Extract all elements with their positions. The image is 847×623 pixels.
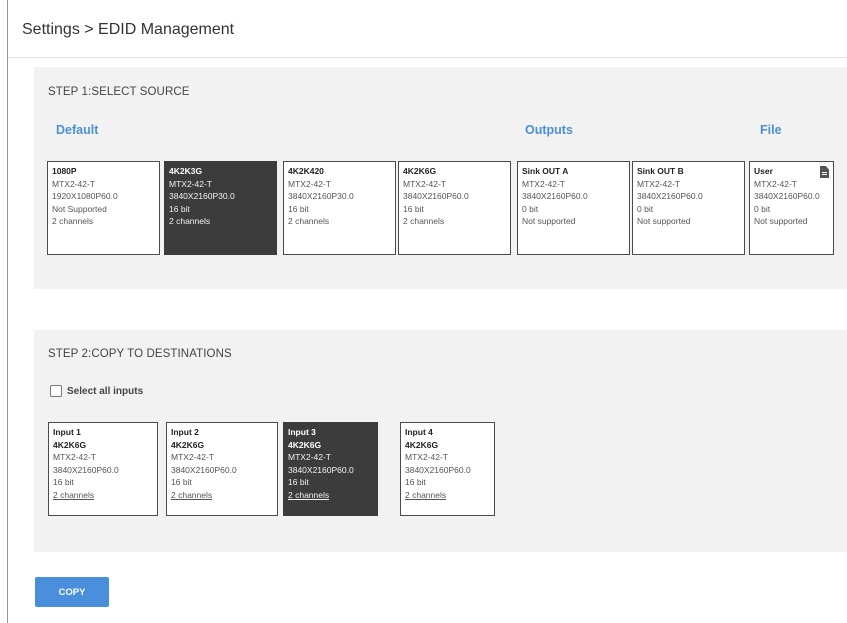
source-card-sink-out-a[interactable]: Sink OUT A MTX2-42-T 3840X2160P60.0 0 bi…	[517, 161, 630, 255]
group-label-outputs: Outputs	[525, 123, 573, 137]
card-resolution: 3840X2160P30.0	[288, 191, 354, 202]
card-title: Input 1	[53, 427, 81, 437]
card-resolution: 3840X2160P60.0	[637, 191, 703, 202]
card-device: MTX2-42-T	[405, 452, 448, 463]
copy-button[interactable]: COPY	[35, 577, 109, 607]
card-resolution: 3840X2160P60.0	[754, 191, 820, 202]
source-card-sink-out-b[interactable]: Sink OUT B MTX2-42-T 3840X2160P60.0 0 bi…	[632, 161, 745, 255]
group-label-file: File	[760, 123, 782, 137]
card-depth: 16 bit	[171, 477, 192, 488]
card-title: Sink OUT B	[637, 166, 684, 176]
card-title: Sink OUT A	[522, 166, 569, 176]
destination-card-input-1[interactable]: Input 1 4K2K6G MTX2-42-T 3840X2160P60.0 …	[48, 422, 158, 516]
card-device: MTX2-42-T	[288, 452, 331, 463]
destination-card-input-3[interactable]: Input 3 4K2K6G MTX2-42-T 3840X2160P60.0 …	[283, 422, 378, 516]
card-resolution: 3840X2160P60.0	[53, 464, 119, 475]
card-title: Input 4	[405, 427, 433, 437]
card-depth: 16 bit	[403, 203, 424, 214]
card-device: MTX2-42-T	[637, 178, 680, 189]
breadcrumb: Settings > EDID Management	[22, 21, 235, 38]
card-device: MTX2-42-T	[169, 178, 212, 189]
card-depth: 16 bit	[169, 203, 190, 214]
card-device: MTX2-42-T	[288, 178, 331, 189]
source-card-user-file[interactable]: User MTX2-42-T 3840X2160P60.0 0 bit Not …	[749, 161, 834, 255]
select-all-inputs[interactable]: Select all inputs	[50, 385, 143, 397]
card-audio: Not supported	[522, 216, 576, 227]
card-title: Input 2	[171, 427, 199, 437]
card-audio: 2 channels	[169, 216, 211, 227]
card-audio: Not supported	[754, 216, 808, 227]
card-device: MTX2-42-T	[171, 452, 214, 463]
select-source-panel: STEP 1:SELECT SOURCE Default Outputs Fil…	[34, 67, 847, 289]
source-card-4k2k6g[interactable]: 4K2K6G MTX2-42-T 3840X2160P60.0 16 bit 2…	[398, 161, 511, 255]
card-device: MTX2-42-T	[53, 452, 96, 463]
step1-title: STEP 1:SELECT SOURCE	[48, 86, 190, 98]
card-resolution: 3840X2160P60.0	[405, 464, 471, 475]
source-card-1080p[interactable]: 1080P MTX2-42-T 1920X1080P60.0 Not Suppo…	[47, 161, 160, 255]
card-title: 4K2K420	[288, 166, 324, 176]
card-depth: 16 bit	[53, 477, 74, 488]
card-audio: 2 channels	[403, 216, 445, 227]
card-depth: 0 bit	[637, 203, 654, 214]
page-header: Settings > EDID Management	[8, 0, 847, 58]
group-label-default: Default	[56, 123, 99, 137]
card-edid: 4K2K6G	[288, 439, 322, 450]
destination-card-input-4[interactable]: Input 4 4K2K6G MTX2-42-T 3840X2160P60.0 …	[400, 422, 495, 516]
card-resolution: 3840X2160P60.0	[171, 464, 237, 475]
card-audio: 2 channels	[288, 216, 330, 227]
card-resolution: 1920X1080P60.0	[52, 191, 118, 202]
card-device: MTX2-42-T	[52, 178, 95, 189]
card-audio: 2 channels	[171, 489, 213, 500]
card-device: MTX2-42-T	[522, 178, 565, 189]
destination-card-input-2[interactable]: Input 2 4K2K6G MTX2-42-T 3840X2160P60.0 …	[166, 422, 278, 516]
copy-destinations-panel: STEP 2:COPY TO DESTINATIONS Select all i…	[34, 330, 847, 552]
source-card-4k2k420[interactable]: 4K2K420 MTX2-42-T 3840X2160P30.0 16 bit …	[283, 161, 396, 255]
select-all-label: Select all inputs	[67, 385, 144, 397]
card-audio: Not supported	[637, 216, 691, 227]
card-title: 4K2K6G	[403, 166, 437, 176]
card-title: 1080P	[52, 166, 77, 176]
card-edid: 4K2K6G	[405, 439, 439, 450]
card-depth: Not Supported	[52, 203, 107, 214]
left-border	[7, 0, 8, 623]
select-all-checkbox[interactable]	[50, 385, 62, 397]
card-resolution: 3840X2160P30.0	[169, 191, 235, 202]
card-device: MTX2-42-T	[403, 178, 446, 189]
card-device: MTX2-42-T	[754, 178, 797, 189]
card-edid: 4K2K6G	[53, 439, 87, 450]
card-audio: 2 channels	[53, 489, 95, 500]
card-resolution: 3840X2160P60.0	[288, 464, 354, 475]
card-depth: 16 bit	[288, 477, 309, 488]
card-depth: 16 bit	[405, 477, 426, 488]
card-depth: 0 bit	[754, 203, 771, 214]
card-resolution: 3840X2160P60.0	[403, 191, 469, 202]
card-depth: 16 bit	[288, 203, 309, 214]
step2-title: STEP 2:COPY TO DESTINATIONS	[48, 348, 232, 360]
card-resolution: 3840X2160P60.0	[522, 191, 588, 202]
card-title: 4K2K3G	[169, 166, 203, 176]
source-card-4k2k3g[interactable]: 4K2K3G MTX2-42-T 3840X2160P30.0 16 bit 2…	[164, 161, 277, 255]
card-depth: 0 bit	[522, 203, 539, 214]
card-audio: 2 channels	[288, 489, 330, 500]
card-title: Input 3	[288, 427, 316, 437]
card-edid: 4K2K6G	[171, 439, 205, 450]
card-audio: 2 channels	[405, 489, 447, 500]
card-title: User	[754, 166, 773, 176]
card-audio: 2 channels	[52, 216, 94, 227]
